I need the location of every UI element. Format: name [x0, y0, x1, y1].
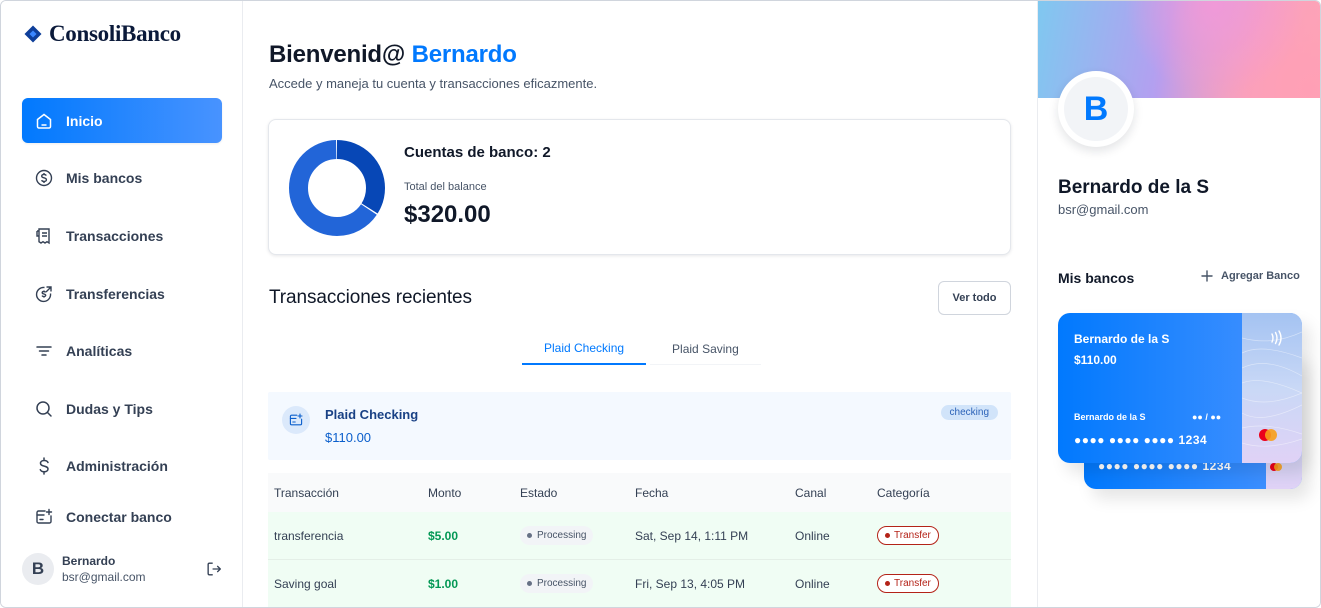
total-balance-card: Cuentas de banco: 2 Total del balance $3…	[268, 119, 1011, 255]
logout-icon[interactable]	[205, 560, 223, 578]
connect-bank-icon	[36, 508, 53, 524]
transaction-name: transferencia	[274, 528, 344, 543]
table-row[interactable]: Saving goal $1.00 Processing Fri, Sep 13…	[268, 560, 1011, 607]
home-icon	[36, 113, 52, 129]
mastercard-icon	[1259, 429, 1277, 441]
card-number: ●●●● ●●●● ●●●● 1234	[1074, 433, 1208, 447]
tab-plaid-saving[interactable]: Plaid Saving	[650, 333, 761, 365]
bank-accounts-count: Cuentas de banco: 2	[404, 144, 551, 161]
sidebar-item-mis-bancos[interactable]: Mis bancos	[22, 155, 222, 200]
my-banks-title: Mis bancos	[1058, 270, 1135, 286]
column-header: Monto	[428, 485, 462, 500]
sidebar-item-transferencias[interactable]: Transferencias	[22, 271, 222, 316]
money-send-icon	[35, 285, 52, 302]
column-header: Fecha	[635, 485, 669, 500]
sidebar-item-label: Conectar banco	[66, 508, 172, 525]
total-balance-label: Total del balance	[404, 181, 487, 193]
sidebar-item-label: Mis bancos	[66, 169, 143, 186]
add-bank-label: Agregar Banco	[1221, 270, 1300, 282]
sidebar-item-label: Analíticas	[66, 342, 133, 359]
search-icon	[36, 400, 52, 417]
card-holder: Bernardo de la S	[1074, 412, 1146, 422]
balance-donut-chart	[289, 140, 385, 236]
sidebar-item-conectar-banco[interactable]: Conectar banco	[22, 494, 222, 539]
view-all-button[interactable]: Ver todo	[938, 281, 1011, 315]
greeting-text: Bienvenid@	[269, 41, 406, 68]
filter-lines-icon	[36, 345, 52, 356]
sidebar-item-label: Transacciones	[66, 227, 164, 244]
column-header: Categoría	[877, 485, 930, 500]
transaction-channel: Online	[795, 528, 830, 543]
logo-text: ConsoliBanco	[49, 21, 181, 46]
logo[interactable]: ConsoliBanco	[23, 21, 181, 47]
sidebar-item-dudas-tips[interactable]: Dudas y Tips	[22, 386, 222, 431]
plus-icon	[1201, 270, 1213, 282]
account-tabs: Plaid Checking Plaid Saving	[522, 333, 761, 371]
category-badge: Transfer	[877, 574, 939, 593]
account-summary: Plaid Checking $110.00 checking	[268, 392, 1011, 460]
table-header: Transacción Monto Estado Fecha Canal Cat…	[268, 473, 1011, 512]
transaction-date: Sat, Sep 14, 1:11 PM	[635, 528, 749, 543]
sidebar-item-transacciones[interactable]: Transacciones	[22, 213, 222, 258]
sidebar-item-analiticas[interactable]: Analíticas	[22, 328, 222, 373]
column-header: Canal	[795, 485, 827, 500]
sidebar-item-label: Dudas y Tips	[66, 400, 153, 417]
account-type-badge: checking	[940, 405, 998, 420]
profile-avatar-initial: B	[1064, 77, 1128, 141]
profile-name: Bernardo de la S	[1058, 177, 1209, 198]
column-header: Estado	[520, 485, 558, 500]
profile-email: bsr@gmail.com	[1058, 202, 1149, 217]
sidebar-item-label: Transferencias	[66, 285, 165, 302]
page-title: Bienvenid@ Bernardo	[269, 41, 517, 69]
transaction-amount: $5.00	[428, 528, 459, 543]
transaction-amount: $1.00	[428, 576, 459, 591]
user-name: Bernardo	[62, 554, 116, 568]
profile-panel: B Bernardo de la S bsr@gmail.com Mis ban…	[1037, 1, 1320, 607]
bank-card-primary[interactable]: Bernardo de la S $110.00 Bernardo de la …	[1058, 313, 1302, 463]
transaction-date: Fri, Sep 13, 4:05 PM	[635, 576, 746, 591]
page-subtitle: Accede y maneja tu cuenta y transaccione…	[269, 76, 598, 91]
card-balance: $110.00	[1074, 353, 1117, 367]
sidebar-item-label: Administración	[66, 457, 168, 474]
account-icon	[282, 406, 310, 434]
sidebar: ConsoliBanco Inicio Mis bancos Transacci…	[1, 1, 243, 607]
recent-transactions-title: Transacciones recientes	[269, 287, 472, 308]
main-content: Bienvenid@ Bernardo Accede y maneja tu c…	[243, 1, 1037, 607]
category-badge: Transfer	[877, 526, 939, 545]
status-badge: Processing	[520, 526, 594, 545]
transactions-table: Transacción Monto Estado Fecha Canal Cat…	[268, 473, 1011, 607]
sidebar-item-inicio[interactable]: Inicio	[22, 98, 222, 143]
sidebar-item-label: Inicio	[66, 112, 103, 129]
card-bank-name: Bernardo de la S	[1074, 332, 1170, 346]
user-email: bsr@gmail.com	[62, 570, 146, 584]
transaction-channel: Online	[795, 576, 830, 591]
tab-plaid-checking[interactable]: Plaid Checking	[522, 333, 647, 365]
receipt-icon	[36, 227, 50, 244]
status-badge: Processing	[520, 574, 594, 593]
greeting-name: Bernardo	[411, 41, 517, 68]
dollar-sign-icon	[39, 456, 49, 475]
profile-avatar: B	[1058, 71, 1134, 147]
table-row[interactable]: transferencia $5.00 Processing Sat, Sep …	[268, 512, 1011, 560]
contactless-icon	[1271, 330, 1282, 346]
sidebar-user: B Bernardo bsr@gmail.com	[22, 552, 222, 586]
account-balance: $110.00	[325, 430, 372, 445]
avatar: B	[22, 553, 54, 585]
total-balance-amount: $320.00	[404, 201, 491, 228]
sidebar-item-administracion[interactable]: Administración	[22, 443, 222, 488]
add-bank-button[interactable]: Agregar Banco	[1201, 270, 1300, 282]
card-expiry: ●● / ●●	[1192, 412, 1222, 422]
dollar-circle-icon	[35, 169, 53, 186]
transaction-name: Saving goal	[274, 576, 337, 591]
column-header: Transacción	[274, 485, 339, 500]
account-name: Plaid Checking	[325, 407, 419, 422]
logo-icon	[24, 25, 42, 43]
app-window: ConsoliBanco Inicio Mis bancos Transacci…	[0, 0, 1321, 608]
